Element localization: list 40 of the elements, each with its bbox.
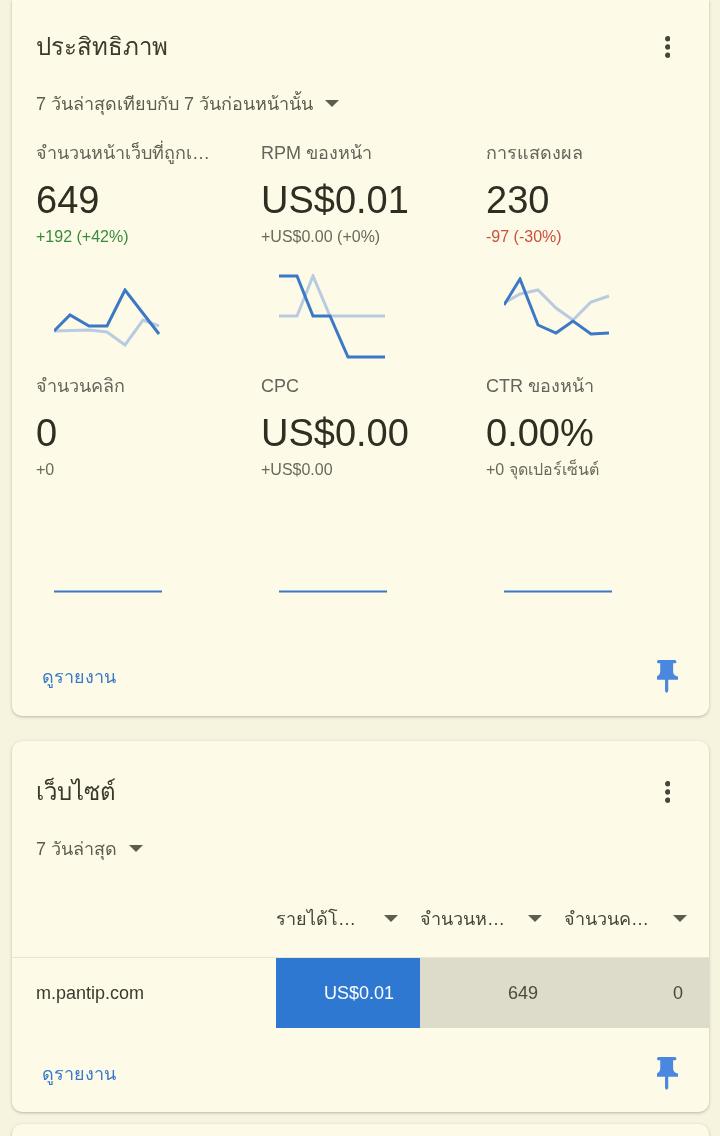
- metric-label: จำนวนคลิก: [36, 375, 126, 398]
- card-title: เว็บไซต์: [36, 776, 116, 807]
- period-dropdown[interactable]: 7 วันล่าสุด: [36, 833, 143, 863]
- metric-value: US$0.01: [261, 178, 410, 222]
- view-report-link[interactable]: ดูรายงาน: [42, 661, 116, 691]
- caret-icon: [129, 844, 143, 852]
- caret-icon: [528, 914, 542, 922]
- site-cell-text: m.pantip.com: [35, 981, 146, 1005]
- pin-icon[interactable]: [657, 659, 678, 693]
- metric-change: +192 (+42%): [36, 227, 130, 247]
- metric-label: RPM ของหน้า: [261, 142, 373, 165]
- table-cell: 649: [420, 958, 564, 1028]
- metric-label: CPC: [261, 375, 300, 398]
- view-report-link[interactable]: ดูรายงาน: [42, 1058, 116, 1088]
- card-title: ประสิทธิภาพ: [36, 32, 168, 62]
- metric-change: +0: [36, 460, 56, 480]
- metric-value: 0: [36, 411, 59, 455]
- column-header[interactable]: รายได้โ…: [276, 896, 420, 940]
- metric-label: จำนวนหน้าเว็บที่ถูกเ…: [36, 140, 261, 166]
- pin-icon[interactable]: [657, 1056, 678, 1090]
- table-cell: US$0.01: [276, 958, 420, 1028]
- caret-icon: [384, 914, 398, 922]
- metric-value: 0.00%: [486, 411, 595, 455]
- column-header[interactable]: จำนวนค…: [564, 896, 709, 940]
- period-dropdown[interactable]: 7 วันล่าสุดเทียบกับ 7 วันก่อนหน้านั้น: [36, 88, 340, 118]
- caret-icon: [325, 99, 340, 107]
- more-options-icon[interactable]: [664, 781, 670, 803]
- metric-change: -97 (-30%): [486, 227, 563, 247]
- metric-value: 230: [486, 178, 551, 222]
- metric-value: 649: [36, 178, 101, 222]
- metric-value: US$0.00: [261, 411, 410, 455]
- metric-change: +US$0.00 (+0%): [261, 227, 382, 247]
- more-options-icon[interactable]: [664, 36, 670, 58]
- caret-icon: [673, 914, 687, 922]
- metric-change: +US$0.00: [261, 460, 334, 480]
- table-cell: 0: [564, 958, 709, 1028]
- metric-label: การแสดงผล: [486, 142, 584, 165]
- column-header[interactable]: จำนวนห…: [420, 896, 564, 940]
- metric-label: CTR ของหน้า: [486, 375, 595, 398]
- metric-change: +0 จุดเปอร์เซ็นต์: [486, 459, 600, 481]
